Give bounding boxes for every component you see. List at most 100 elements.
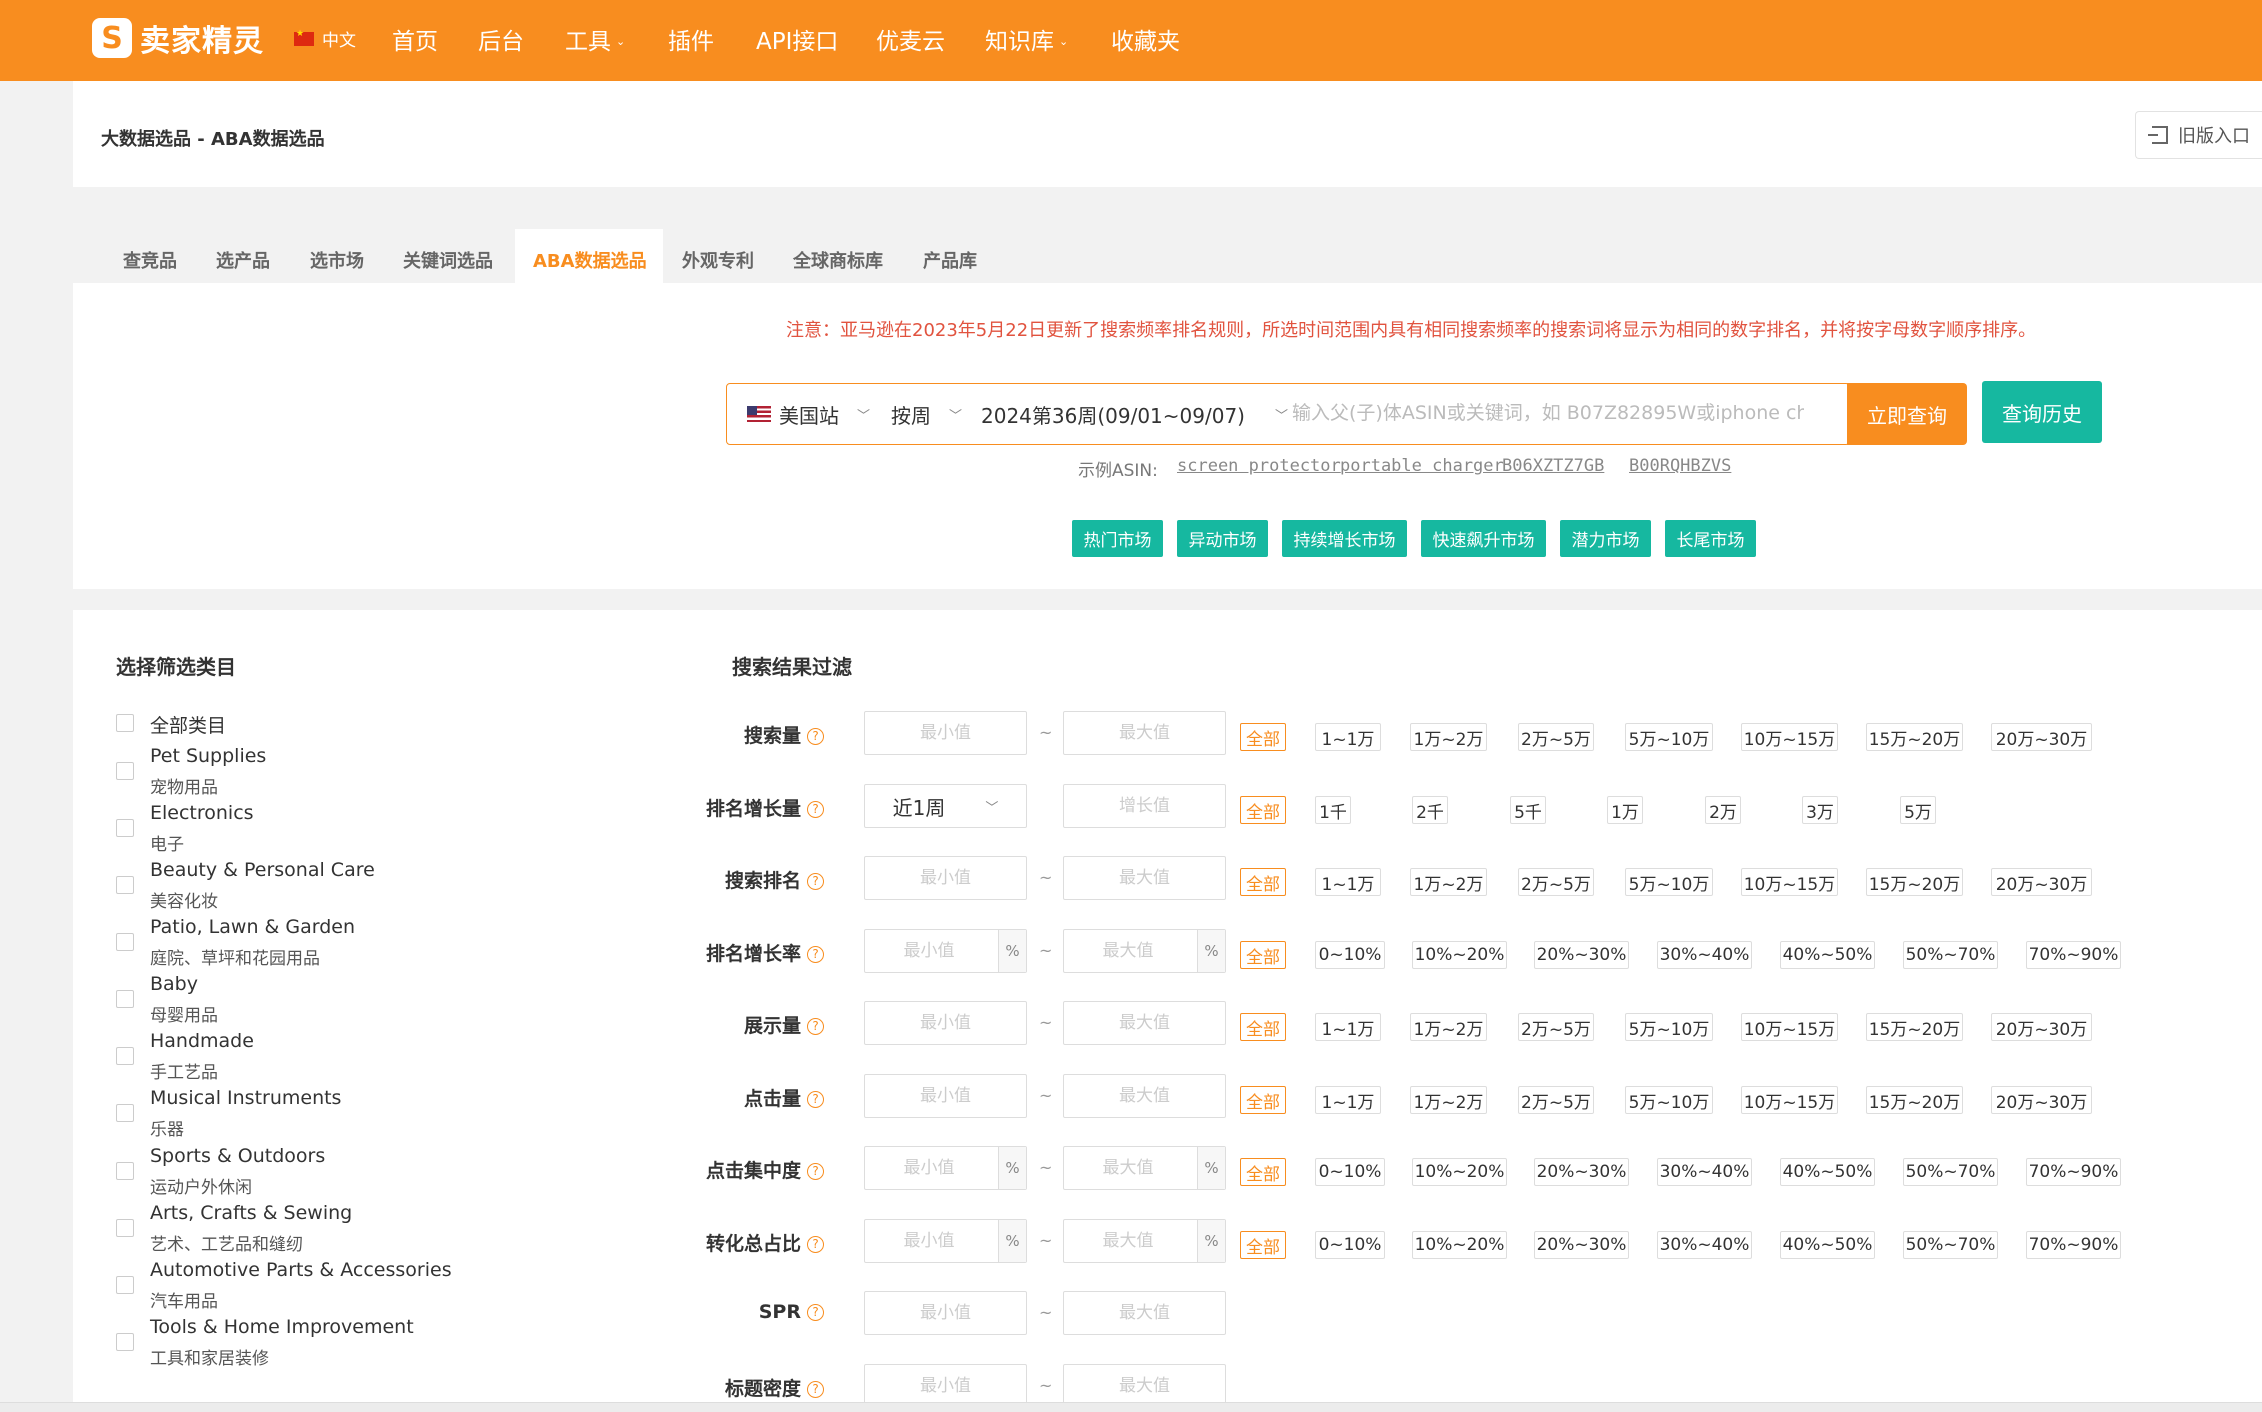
filter-tag[interactable]: 10万~15万 [1741, 723, 1838, 751]
help-icon[interactable]: ? [807, 946, 824, 963]
tab-keyword[interactable]: 关键词选品 [403, 247, 493, 273]
min-value-input[interactable] [864, 1291, 1027, 1335]
filter-tag-all[interactable]: 全部 [1240, 1086, 1286, 1114]
filter-tag[interactable]: 5千 [1510, 796, 1546, 824]
filter-tag-all[interactable]: 全部 [1240, 941, 1286, 969]
filter-tag-all[interactable]: 全部 [1240, 1013, 1286, 1041]
market-rapid-rise-button[interactable]: 快速飙升市场 [1421, 520, 1546, 557]
filter-tag[interactable]: 15万~20万 [1866, 868, 1963, 896]
filter-tag[interactable]: 3万 [1802, 796, 1838, 824]
filter-tag[interactable]: 2万~5万 [1518, 723, 1594, 751]
tab-products[interactable]: 选产品 [216, 247, 270, 273]
filter-tag[interactable]: 1万~2万 [1410, 723, 1487, 751]
category-checkbox[interactable] [116, 1333, 134, 1351]
filter-tag[interactable]: 2万~5万 [1518, 1013, 1594, 1041]
filter-tag[interactable]: 1~1万 [1315, 868, 1381, 896]
filter-tag[interactable]: 1万~2万 [1410, 1013, 1487, 1041]
filter-tag[interactable]: 50%~70% [1903, 941, 1998, 969]
filter-tag[interactable]: 2万~5万 [1518, 1086, 1594, 1114]
category-checkbox[interactable] [116, 990, 134, 1008]
help-icon[interactable]: ? [807, 1091, 824, 1108]
filter-tag-all[interactable]: 全部 [1240, 868, 1286, 896]
query-button[interactable]: 立即查询 [1847, 383, 1967, 445]
filter-tag[interactable]: 30%~40% [1657, 941, 1752, 969]
filter-tag[interactable]: 20%~30% [1534, 1158, 1629, 1186]
filter-tag[interactable]: 40%~50% [1780, 1158, 1875, 1186]
max-value-input[interactable]: % [1063, 1219, 1226, 1263]
period-dropdown[interactable]: 近1周 ﹀ [864, 784, 1027, 828]
tab-product-library[interactable]: 产品库 [923, 247, 977, 273]
help-icon[interactable]: ? [807, 801, 824, 818]
category-checkbox[interactable] [116, 819, 134, 837]
max-value-input[interactable] [1063, 1074, 1226, 1118]
nav-home[interactable]: 首页 [392, 22, 438, 56]
filter-tag[interactable]: 1万 [1607, 796, 1643, 824]
filter-tag[interactable]: 0~10% [1315, 1158, 1385, 1186]
filter-tag-all[interactable]: 全部 [1240, 1158, 1286, 1186]
filter-tag[interactable]: 2万~5万 [1518, 868, 1594, 896]
filter-tag[interactable]: 1~1万 [1315, 1086, 1381, 1114]
example-link[interactable]: screen protector [1177, 456, 1341, 476]
filter-tag[interactable]: 2千 [1412, 796, 1448, 824]
nav-api[interactable]: API接口 [756, 22, 838, 56]
filter-tag[interactable]: 50%~70% [1903, 1158, 1998, 1186]
min-value-input[interactable] [864, 1001, 1027, 1045]
filter-tag[interactable]: 0~10% [1315, 1231, 1385, 1259]
category-checkbox[interactable] [116, 762, 134, 780]
market-anomaly-button[interactable]: 异动市场 [1177, 520, 1268, 557]
search-input[interactable] [1292, 385, 1804, 441]
filter-tag[interactable]: 10%~20% [1412, 941, 1507, 969]
site-select[interactable]: 美国站 ﹀ [747, 384, 870, 444]
category-checkbox[interactable] [116, 1047, 134, 1065]
filter-tag[interactable]: 40%~50% [1780, 941, 1875, 969]
help-icon[interactable]: ? [807, 1018, 824, 1035]
filter-tag-all[interactable]: 全部 [1240, 723, 1286, 751]
nav-plugins[interactable]: 插件 [668, 22, 714, 56]
filter-tag[interactable]: 5万~10万 [1625, 868, 1713, 896]
old-version-entry-button[interactable]: 旧版入口 [2135, 111, 2262, 159]
nav-dashboard[interactable]: 后台 [478, 22, 524, 56]
min-value-input[interactable] [864, 711, 1027, 755]
filter-tag[interactable]: 30%~40% [1657, 1231, 1752, 1259]
category-checkbox[interactable] [116, 933, 134, 951]
tab-markets[interactable]: 选市场 [310, 247, 364, 273]
min-value-input[interactable]: % [864, 1219, 1027, 1263]
logo[interactable]: S 卖家精灵 [92, 16, 264, 60]
max-value-input[interactable] [1063, 1291, 1226, 1335]
query-history-button[interactable]: 查询历史 [1982, 381, 2102, 443]
min-value-input[interactable] [864, 1074, 1027, 1118]
example-link[interactable]: B06XZTZ7GB [1502, 456, 1604, 476]
example-link[interactable]: B00RQHBZVS [1629, 456, 1731, 476]
filter-tag[interactable]: 1~1万 [1315, 723, 1381, 751]
filter-tag[interactable]: 5万 [1900, 796, 1936, 824]
filter-tag[interactable]: 5万~10万 [1625, 1013, 1713, 1041]
filter-tag[interactable]: 70%~90% [2026, 941, 2121, 969]
tab-aba[interactable]: ABA数据选品 [533, 247, 647, 273]
filter-tag[interactable]: 15万~20万 [1866, 1086, 1963, 1114]
filter-tag[interactable]: 5万~10万 [1625, 723, 1713, 751]
filter-tag-all[interactable]: 全部 [1240, 796, 1286, 824]
min-value-input[interactable] [864, 856, 1027, 900]
filter-tag[interactable]: 20万~30万 [1991, 1013, 2092, 1041]
market-hot-button[interactable]: 热门市场 [1072, 520, 1163, 557]
period-select[interactable]: 按周 ﹀ [891, 384, 962, 444]
max-value-input[interactable] [1063, 1001, 1226, 1045]
market-potential-button[interactable]: 潜力市场 [1560, 520, 1651, 557]
help-icon[interactable]: ? [807, 1381, 824, 1398]
horizontal-scrollbar[interactable] [0, 1402, 2262, 1412]
filter-tag[interactable]: 20万~30万 [1991, 868, 2092, 896]
language-switcher[interactable]: 中文 [294, 26, 356, 51]
filter-tag[interactable]: 20万~30万 [1991, 1086, 2092, 1114]
min-value-input[interactable]: % [864, 1146, 1027, 1190]
market-long-tail-button[interactable]: 长尾市场 [1665, 520, 1756, 557]
filter-tag[interactable]: 1千 [1315, 796, 1351, 824]
help-icon[interactable]: ? [807, 873, 824, 890]
help-icon[interactable]: ? [807, 1304, 824, 1321]
example-link[interactable]: portable charger [1340, 456, 1504, 476]
nav-favorites[interactable]: 收藏夹 [1111, 22, 1180, 56]
tab-trademark[interactable]: 全球商标库 [793, 247, 883, 273]
filter-tag[interactable]: 20%~30% [1534, 941, 1629, 969]
category-checkbox[interactable] [116, 1219, 134, 1237]
filter-tag-all[interactable]: 全部 [1240, 1231, 1286, 1259]
filter-tag[interactable]: 0~10% [1315, 941, 1385, 969]
